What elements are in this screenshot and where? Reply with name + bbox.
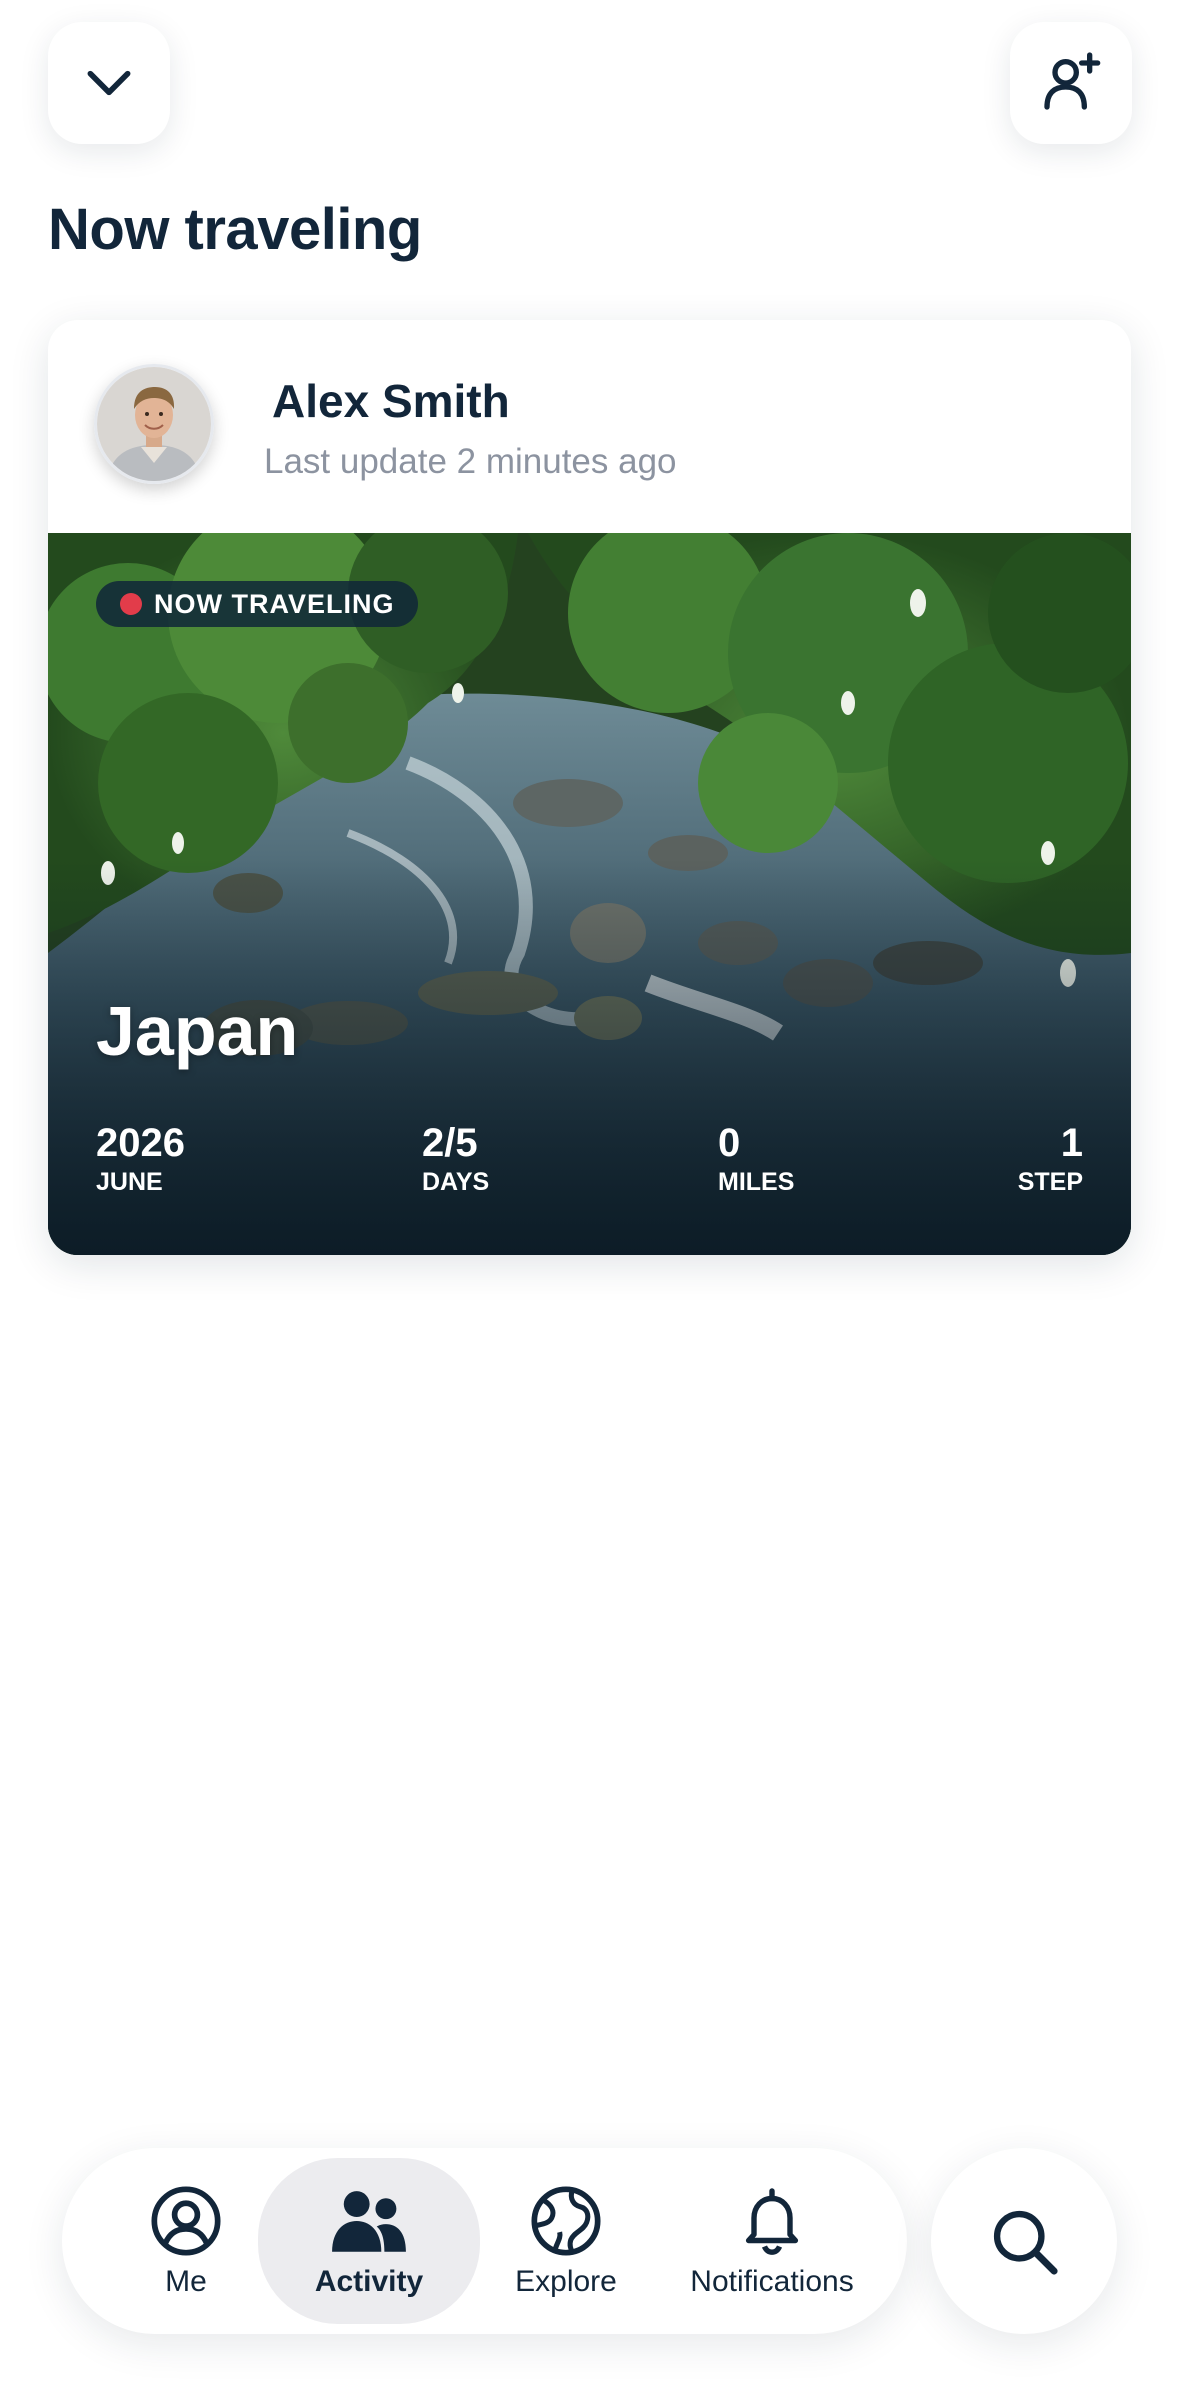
nav-item-me[interactable]: Me (124, 2158, 248, 2324)
stat-value: 0 (718, 1121, 741, 1165)
people-icon (332, 2191, 406, 2252)
stat-value: 2026 (96, 1121, 185, 1165)
stat-label: JUNE (96, 1168, 163, 1196)
stat-steps: 1 STEP (1018, 1121, 1083, 1199)
add-friend-button[interactable] (1010, 22, 1132, 144)
chevron-down-icon (87, 70, 131, 96)
stat-label: STEP (1017, 1168, 1083, 1196)
bottom-nav: Me Activity Explore Notifications (62, 2148, 907, 2334)
add-person-icon (1044, 52, 1101, 110)
country-name: Japan (96, 992, 299, 1070)
nav-label: Me (165, 2265, 207, 2298)
trip-card[interactable]: Alex Smith Last update 2 minutes ago NOW… (48, 320, 1131, 1255)
stat-value: 1 (1060, 1121, 1083, 1165)
stat-date: 2026 JUNE (96, 1121, 185, 1199)
card-header: Alex Smith Last update 2 minutes ago (48, 320, 1131, 533)
stat-days: 2/5 DAYS (422, 1121, 489, 1199)
profile-icon (151, 2186, 221, 2256)
live-dot-icon (120, 593, 142, 615)
nav-label: Explore (515, 2265, 617, 2298)
search-icon (993, 2210, 1058, 2275)
user-name: Alex Smith (272, 375, 510, 427)
page-title: Now traveling (48, 197, 422, 262)
stat-label: MILES (718, 1168, 795, 1196)
last-update-text: Last update 2 minutes ago (264, 442, 677, 481)
now-traveling-badge: NOW TRAVELING (96, 581, 419, 627)
stat-miles: 0 MILES (718, 1121, 794, 1199)
avatar[interactable] (94, 364, 214, 484)
nav-item-explore[interactable]: Explore (492, 2158, 640, 2324)
search-button[interactable] (931, 2148, 1117, 2334)
bell-icon (745, 2188, 799, 2255)
collapse-button[interactable] (48, 22, 170, 144)
nav-label: Notifications (690, 2265, 854, 2298)
nav-item-activity[interactable]: Activity (258, 2158, 480, 2324)
stat-value: 2/5 (422, 1121, 478, 1165)
stat-label: DAYS (422, 1168, 490, 1196)
stream-image (48, 533, 1131, 1255)
nav-label: Activity (314, 2265, 424, 2298)
globe-icon (531, 2186, 601, 2256)
destination-photo[interactable]: NOW TRAVELING Japan 2026 JUNE 2/5 DAYS 0… (48, 533, 1131, 1255)
nav-item-notifications[interactable]: Notifications (662, 2158, 882, 2324)
